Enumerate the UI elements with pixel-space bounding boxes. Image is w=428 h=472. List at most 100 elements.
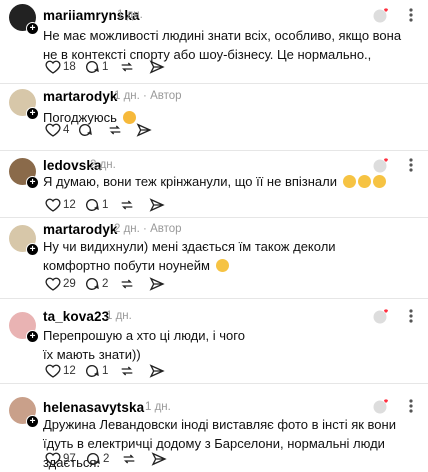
grin-emoji bbox=[372, 175, 386, 188]
follow-plus-icon[interactable]: + bbox=[26, 243, 39, 256]
more-icon[interactable] bbox=[402, 307, 420, 325]
reply-button[interactable]: 1 bbox=[84, 58, 108, 76]
timestamp: 1 дн. bbox=[117, 9, 143, 21]
comment: + ledovska 2 дн. Я думаю, вони теж крінж… bbox=[0, 151, 428, 217]
grin-emoji bbox=[215, 259, 229, 272]
timestamp-value: 1 дн. bbox=[114, 90, 140, 102]
heart-icon bbox=[45, 364, 61, 378]
username[interactable]: martarodyk bbox=[43, 222, 118, 237]
share-button[interactable] bbox=[149, 196, 165, 214]
heart-badge-icon[interactable] bbox=[372, 397, 390, 415]
like-button[interactable]: 12 bbox=[45, 196, 76, 214]
comment-text-body: Ну чи видихнули) мені здається їм також … bbox=[43, 239, 336, 273]
like-count: 97 bbox=[63, 453, 76, 465]
comment-icon bbox=[87, 453, 100, 465]
share-button[interactable] bbox=[149, 58, 165, 76]
reply-count: 2 bbox=[103, 453, 110, 465]
repost-button[interactable] bbox=[119, 196, 135, 214]
reply-count: 1 bbox=[102, 365, 109, 377]
grin-emoji bbox=[357, 175, 371, 188]
timestamp: 1 дн. bbox=[106, 310, 132, 322]
share-icon bbox=[149, 277, 165, 291]
like-count: 29 bbox=[63, 278, 76, 290]
repost-icon bbox=[109, 125, 121, 135]
repost-button[interactable] bbox=[121, 450, 137, 468]
comment: + martarodyk 1 дн. · Автор Погоджуюсь 4 bbox=[0, 84, 428, 150]
heart-icon bbox=[45, 198, 61, 212]
follow-plus-icon[interactable]: + bbox=[26, 415, 39, 428]
repost-button[interactable] bbox=[119, 275, 135, 293]
like-count: 12 bbox=[63, 199, 76, 211]
reply-button[interactable]: 2 bbox=[84, 275, 108, 293]
comment: + mariiamrynska 1 дн. Не має можливості … bbox=[0, 0, 428, 89]
more-icon[interactable] bbox=[402, 6, 420, 24]
reply-count: 1 bbox=[102, 61, 109, 73]
comment-text: Перепрошую а хто ці люди, і чого їх мают… bbox=[43, 328, 245, 362]
comment-controls bbox=[372, 307, 420, 325]
like-button[interactable]: 97 bbox=[45, 450, 76, 468]
repost-icon bbox=[123, 454, 135, 464]
heart-icon bbox=[45, 60, 61, 74]
follow-plus-icon[interactable]: + bbox=[26, 107, 39, 120]
comment-text: Ну чи видихнули) мені здається їм також … bbox=[43, 237, 383, 275]
repost-button[interactable] bbox=[119, 58, 135, 76]
reply-count: 1 bbox=[102, 199, 109, 211]
repost-icon bbox=[121, 200, 133, 210]
share-button[interactable] bbox=[149, 275, 165, 293]
grin-emoji bbox=[342, 175, 356, 188]
share-button[interactable] bbox=[151, 450, 167, 468]
share-button[interactable] bbox=[136, 121, 152, 139]
reply-button[interactable]: 1 bbox=[84, 196, 108, 214]
like-button[interactable]: 4 bbox=[45, 121, 69, 139]
heart-icon bbox=[45, 123, 61, 137]
comment-icon bbox=[86, 199, 99, 211]
comment-text-body: Я думаю, вони теж крінжанули, що її не в… bbox=[43, 174, 337, 189]
heart-hands-emoji bbox=[122, 111, 136, 124]
share-icon bbox=[151, 452, 167, 466]
repost-icon bbox=[121, 62, 133, 72]
repost-icon bbox=[121, 279, 133, 289]
share-icon bbox=[149, 60, 165, 74]
timestamp-value: 2 дн. bbox=[114, 223, 140, 235]
heart-badge-icon[interactable] bbox=[372, 6, 390, 24]
timestamp: 2 дн. bbox=[90, 159, 116, 171]
username[interactable]: helenasavytska bbox=[43, 400, 144, 415]
like-count: 12 bbox=[63, 365, 76, 377]
username[interactable]: martarodyk bbox=[43, 89, 118, 104]
comment-icon bbox=[86, 278, 99, 290]
timestamp: 1 дн. bbox=[145, 401, 171, 413]
repost-button[interactable] bbox=[119, 362, 135, 380]
timestamp: 2 дн. · Автор bbox=[114, 223, 182, 235]
share-button[interactable] bbox=[149, 362, 165, 380]
follow-plus-icon[interactable]: + bbox=[26, 330, 39, 343]
like-button[interactable]: 18 bbox=[45, 58, 76, 76]
like-count: 4 bbox=[63, 124, 70, 136]
repost-button[interactable] bbox=[107, 121, 123, 139]
share-icon bbox=[149, 364, 165, 378]
comment: + ta_kova23 1 дн. Перепрошую а хто ці лю… bbox=[0, 299, 428, 383]
like-button[interactable]: 12 bbox=[45, 362, 76, 380]
heart-badge-icon[interactable] bbox=[372, 307, 390, 325]
timestamp: 1 дн. · Автор bbox=[114, 90, 182, 102]
comment: + helenasavytska 1 дн. Дружина Левандовс… bbox=[0, 384, 428, 470]
like-button[interactable]: 29 bbox=[45, 275, 76, 293]
more-icon[interactable] bbox=[402, 397, 420, 415]
comment-icon bbox=[86, 61, 99, 73]
comment-icon bbox=[86, 365, 99, 377]
comment-icon bbox=[79, 124, 92, 136]
reply-button[interactable]: 2 bbox=[85, 450, 109, 468]
repost-icon bbox=[121, 366, 133, 376]
heart-icon bbox=[45, 277, 61, 291]
author-tag: Автор bbox=[150, 223, 182, 235]
username[interactable]: ta_kova23 bbox=[43, 309, 109, 324]
comment-text: Я думаю, вони теж крінжанули, що її не в… bbox=[43, 172, 413, 191]
reply-button[interactable] bbox=[77, 121, 93, 139]
share-icon bbox=[149, 198, 165, 212]
reply-count: 2 bbox=[102, 278, 109, 290]
comment-controls bbox=[372, 397, 420, 415]
share-icon bbox=[136, 123, 152, 137]
follow-plus-icon[interactable]: + bbox=[26, 176, 39, 189]
follow-plus-icon[interactable]: + bbox=[26, 22, 39, 35]
comment: + martarodyk 2 дн. · Автор Ну чи видихну… bbox=[0, 218, 428, 298]
reply-button[interactable]: 1 bbox=[84, 362, 108, 380]
